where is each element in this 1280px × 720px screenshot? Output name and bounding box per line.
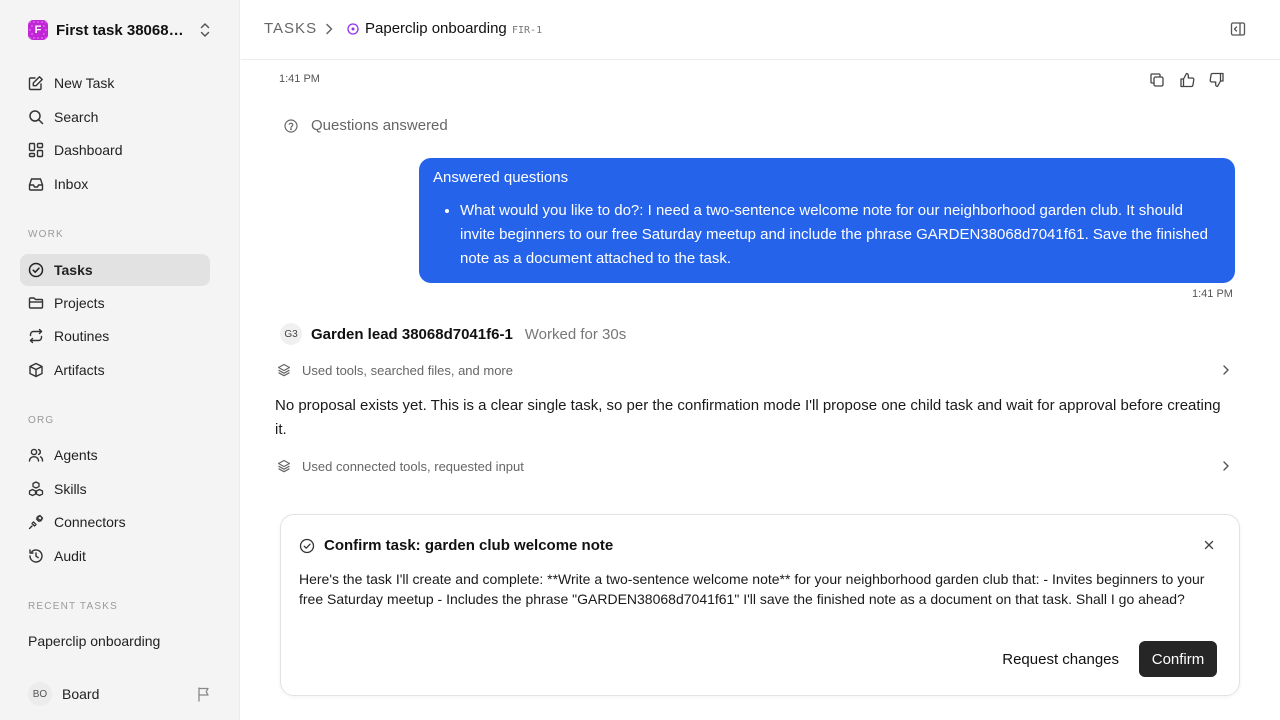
plug-icon: [28, 514, 44, 530]
nav-audit[interactable]: Audit: [20, 540, 210, 572]
workspace-logo: F: [28, 20, 48, 40]
workspace-name: First task 38068d7041f6: [56, 21, 186, 39]
board-label: Board: [62, 686, 100, 702]
confirm-card-title: Confirm task: garden club welcome note: [324, 537, 614, 554]
tool-usage-label: Used tools, searched files, and more: [302, 362, 513, 378]
bubble-timestamp: 1:41 PM: [1192, 288, 1233, 300]
tool-usage-row-2[interactable]: Used connected tools, requested input: [277, 456, 1235, 476]
sidebar: F First task 38068d7041f6 New Task Searc…: [0, 0, 240, 720]
recent-task-item[interactable]: Paperclip onboarding: [28, 633, 160, 649]
page-title: Paperclip onboarding: [365, 20, 507, 37]
thumbs-up-icon[interactable]: [1179, 72, 1195, 88]
box-icon: [29, 362, 43, 378]
nav-agents[interactable]: Agents: [20, 439, 210, 471]
answer-list: What would you like to do?: I need a two…: [433, 199, 1221, 271]
inbox-icon: [28, 178, 44, 191]
edit-icon: [28, 76, 43, 91]
workspace-switcher[interactable]: F First task 38068d7041f6: [28, 19, 212, 41]
nav-label: Dashboard: [54, 142, 123, 158]
section-recent-tasks: RECENT TASKS: [28, 601, 118, 612]
user-answer-bubble: Answered questions What would you like t…: [419, 158, 1235, 283]
tool-usage-row-1[interactable]: Used tools, searched files, and more: [277, 360, 1235, 380]
history-icon: [29, 549, 43, 563]
nav-label: Routines: [54, 328, 110, 344]
close-icon[interactable]: [1203, 539, 1215, 551]
message-timestamp: 1:41 PM: [279, 73, 320, 85]
confirm-task-card: Confirm task: garden club welcome note H…: [280, 514, 1240, 696]
help-circle-icon: [284, 118, 298, 133]
nav-tasks[interactable]: Tasks: [20, 254, 210, 286]
folder-icon: [28, 297, 44, 309]
chevron-right-icon: [1223, 365, 1229, 375]
thumbs-down-icon[interactable]: [1209, 72, 1225, 88]
boxes-icon: [28, 481, 44, 497]
section-org: ORG: [28, 415, 55, 426]
nav-label: Projects: [54, 295, 105, 311]
users-icon: [28, 448, 44, 462]
page-header: TASKS Paperclip onboarding FIR-1: [241, 0, 1280, 60]
agent-avatar: G3: [280, 323, 302, 345]
nav-label: Connectors: [54, 514, 126, 530]
answer-item: What would you like to do?: I need a two…: [460, 199, 1221, 271]
nav-label: Skills: [54, 481, 87, 497]
chevrons-up-down-icon: [200, 23, 210, 37]
nav-label: Search: [54, 109, 99, 125]
worked-duration: Worked for 30s: [524, 325, 627, 343]
nav-inbox[interactable]: Inbox: [20, 168, 210, 200]
board-switcher[interactable]: BO Board: [28, 682, 212, 706]
breadcrumb-tasks[interactable]: TASKS: [264, 20, 317, 37]
tool-usage-label: Used connected tools, requested input: [302, 458, 524, 474]
confirm-card-header: Confirm task: garden club welcome note: [299, 537, 613, 554]
board-avatar: BO: [28, 682, 52, 706]
check-circle-icon: [28, 262, 44, 278]
nav-routines[interactable]: Routines: [20, 320, 210, 352]
confirm-button[interactable]: Confirm: [1139, 641, 1217, 677]
nav-label: New Task: [54, 75, 115, 91]
dashboard-icon: [28, 142, 44, 158]
copy-icon[interactable]: [1149, 72, 1165, 88]
nav-label: Agents: [54, 447, 98, 463]
questions-answered-label: Questions answered: [311, 117, 448, 134]
questions-answered-row: Questions answered: [284, 117, 448, 134]
workspace-logo-letter: F: [34, 24, 42, 36]
panel-toggle-icon[interactable]: [1230, 21, 1246, 37]
layers-icon: [277, 459, 291, 473]
confirm-card-body: Here's the task I'll create and complete…: [299, 571, 1205, 607]
nav-dashboard[interactable]: Dashboard: [20, 134, 210, 166]
bubble-title: Answered questions: [433, 169, 569, 186]
nav-artifacts[interactable]: Artifacts: [20, 354, 210, 386]
layers-icon: [277, 363, 291, 377]
status-circle-icon: [347, 23, 359, 35]
nav-label: Inbox: [54, 176, 89, 192]
search-icon: [29, 110, 44, 125]
nav-new-task[interactable]: New Task: [20, 67, 210, 99]
agent-message: No proposal exists yet. This is a clear …: [275, 397, 1221, 438]
nav-search[interactable]: Search: [20, 101, 210, 133]
flag-icon[interactable]: [196, 686, 212, 702]
section-work: WORK: [28, 229, 64, 240]
agent-name[interactable]: Garden lead 38068d7041f6-1: [311, 326, 513, 343]
nav-label: Audit: [54, 548, 86, 564]
nav-label: Artifacts: [54, 362, 105, 378]
agent-header: G3 Garden lead 38068d7041f6-1 Worked for…: [280, 323, 626, 345]
nav-projects[interactable]: Projects: [20, 287, 210, 319]
chevron-right-icon: [326, 23, 333, 35]
request-changes-button[interactable]: Request changes: [1002, 642, 1119, 676]
check-circle-icon: [299, 538, 315, 553]
nav-label: Tasks: [54, 262, 93, 278]
repeat-icon: [29, 328, 43, 344]
task-id: FIR-1: [512, 25, 543, 36]
nav-connectors[interactable]: Connectors: [20, 506, 210, 538]
chevron-right-icon: [1223, 461, 1229, 471]
nav-skills[interactable]: Skills: [20, 473, 210, 505]
